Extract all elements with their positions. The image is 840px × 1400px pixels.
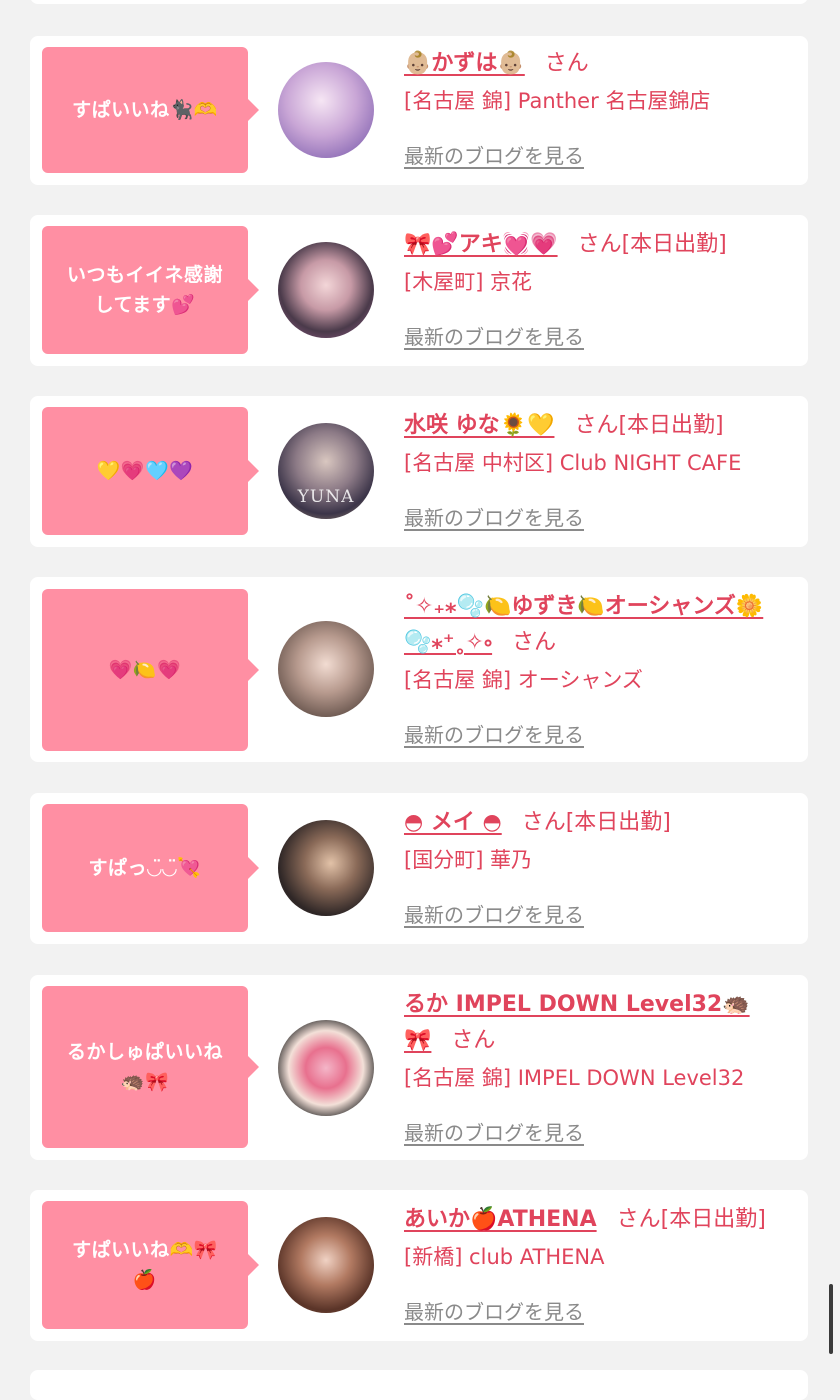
list-item: いつもイイネ感謝 してます💕 🎀💕アキ💓💗 さん[本日出勤] [木屋町] 京花 最…	[30, 215, 808, 366]
next-card-edge	[30, 1370, 808, 1400]
avatar[interactable]	[278, 62, 374, 158]
comment-bubble: 💛💗🩵💜	[42, 407, 259, 535]
shop-label: [木屋町] 京花	[404, 270, 533, 294]
avatar[interactable]	[278, 1217, 374, 1313]
shop-label: [名古屋 錦] オーシャンズ	[404, 668, 643, 692]
cast-name-link[interactable]: 水咲 ゆな🌻💛	[404, 413, 554, 438]
latest-blog-link[interactable]: 最新のブログを見る	[404, 140, 584, 169]
comment-bubble: すぱいいね🐈‍⬛🫶	[42, 47, 259, 173]
honorific-label: さん[本日出勤]	[574, 413, 724, 438]
comment-bubble: すぱいいね🫶🎀 🍎	[42, 1201, 259, 1329]
previous-card-edge	[30, 0, 808, 4]
avatar[interactable]	[278, 820, 374, 916]
cast-name-link[interactable]: 🎀💕アキ💓💗	[404, 232, 558, 257]
honorific-label: さん[本日出勤]	[577, 232, 727, 257]
shop-label: [名古屋 中村区] Club NIGHT CAFE	[404, 451, 742, 475]
comment-bubble: 💗🍋💗	[42, 589, 259, 751]
avatar[interactable]	[278, 242, 374, 338]
cast-name-link[interactable]: あいか🍎ATHENA	[404, 1207, 597, 1232]
latest-blog-link[interactable]: 最新のブログを見る	[404, 719, 584, 748]
avatar-caption: YUNA	[297, 487, 355, 507]
cast-name-link[interactable]: ˚✧₊⁎🫧🍋ゆずき🍋オーシャンズ🌼 🫧⁎⁺˳✧༚	[404, 594, 763, 655]
comment-bubble: すぱっ◡̈◡̈💘	[42, 804, 259, 932]
comment-bubble: るかしゅぱいいね 🦔🎀	[42, 986, 259, 1148]
list-item: るかしゅぱいいね 🦔🎀 るか IMPEL DOWN Level32🦔 🎀 さん […	[30, 975, 808, 1160]
list-item: 💗🍋💗 ˚✧₊⁎🫧🍋ゆずき🍋オーシャンズ🌼 🫧⁎⁺˳✧༚ さん [名古屋 錦] オ…	[30, 577, 808, 762]
honorific-label: さん	[451, 1028, 496, 1053]
latest-blog-link[interactable]: 最新のブログを見る	[404, 899, 584, 928]
list-item: すぱっ◡̈◡̈💘 ◓ メイ ◓ さん[本日出勤] [国分町] 華乃 最新のブログを…	[30, 793, 808, 944]
avatar[interactable]	[278, 1020, 374, 1116]
latest-blog-link[interactable]: 最新のブログを見る	[404, 1117, 584, 1146]
honorific-label: さん	[544, 51, 589, 76]
list-item: すぱいいね🫶🎀 🍎 あいか🍎ATHENA さん[本日出勤] [新橋] club A…	[30, 1190, 808, 1341]
honorific-label: さん[本日出勤]	[521, 810, 671, 835]
list-item: すぱいいね🐈‍⬛🫶 👶🏼かずは👶🏼 さん [名古屋 錦] Panther 名古屋錦…	[30, 36, 808, 185]
comment-bubble: いつもイイネ感謝 してます💕	[42, 226, 259, 354]
honorific-label: さん	[512, 630, 557, 655]
honorific-label: さん[本日出勤]	[616, 1207, 766, 1232]
avatar[interactable]	[278, 621, 374, 717]
shop-label: [新橋] club ATHENA	[404, 1245, 605, 1269]
cast-name-link[interactable]: 👶🏼かずは👶🏼	[404, 51, 525, 76]
cast-name-link[interactable]: ◓ メイ ◓	[404, 810, 502, 835]
latest-blog-link[interactable]: 最新のブログを見る	[404, 502, 584, 531]
shop-label: [名古屋 錦] IMPEL DOWN Level32	[404, 1066, 745, 1090]
latest-blog-link[interactable]: 最新のブログを見る	[404, 321, 584, 350]
list-item: 💛💗🩵💜 YUNA 水咲 ゆな🌻💛 さん[本日出勤] [名古屋 中村区] Club…	[30, 396, 808, 547]
scrollbar[interactable]	[829, 1284, 833, 1354]
avatar[interactable]: YUNA	[278, 423, 374, 519]
shop-label: [国分町] 華乃	[404, 848, 533, 872]
shop-label: [名古屋 錦] Panther 名古屋錦店	[404, 89, 711, 113]
latest-blog-link[interactable]: 最新のブログを見る	[404, 1296, 584, 1325]
